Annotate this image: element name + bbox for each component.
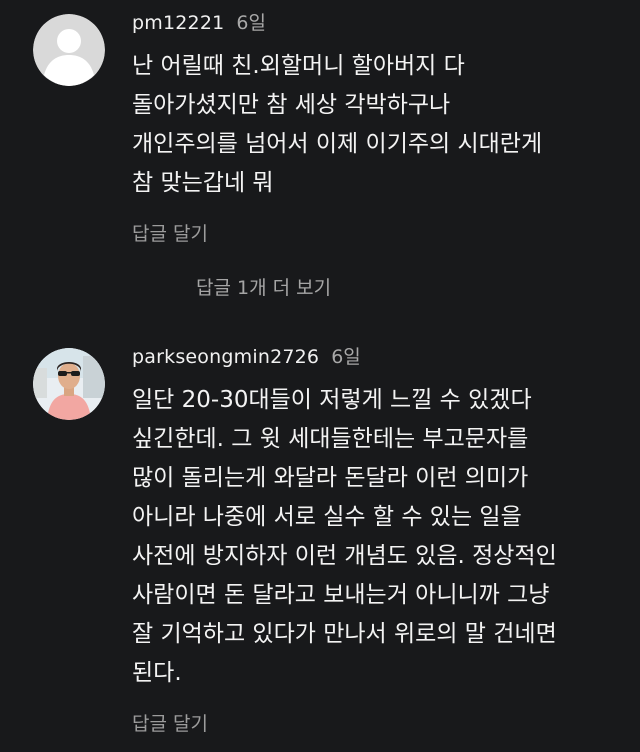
comment-body: 난 어릴때 친.외할머니 할아버지 다 돌아가셨지만 참 세상 각박하구나 개인… [132,47,628,203]
person-icon [33,14,105,86]
comment-body: 일단 20-30대들이 저렇게 느낄 수 있겠다 싶긴한데. 그 윗 세대들한테… [132,381,628,693]
comment-body-line: 돌아가셨지만 참 세상 각박하구나 [132,92,451,118]
reply-button[interactable]: 답글 달기 [132,219,208,246]
comment-body-line: 개인주의를 넘어서 이제 이기주의 시대란게 [132,131,543,157]
user-avatar[interactable] [33,348,105,420]
comment-author[interactable]: parkseongmin2726 [132,346,319,368]
comment-time: 6일 [236,12,266,34]
profile-photo [33,348,105,420]
comment-author[interactable]: pm12221 [132,12,224,34]
comment-time: 6일 [331,346,361,368]
comment-body-line: 아니라 나중에 서로 실수 할 수 있는 일을 [132,504,522,530]
comment-body-line: 싶긴한데. 그 윗 세대들한테는 부고문자를 [132,426,529,452]
comment-body-line: 참 맞는갑네 뭐 [132,170,274,196]
reply-button[interactable]: 답글 달기 [132,709,208,736]
comment-body-line: 된다. [132,660,182,686]
default-avatar[interactable] [33,14,105,86]
comment-body-line: 사전에 방지하자 이런 개념도 있음. 정상적인 [132,543,557,569]
comment-body-line: 난 어릴때 친.외할머니 할아버지 다 [132,53,465,79]
view-replies-button[interactable]: 답글 1개 더 보기 [196,274,331,302]
comment-body-line: 일단 20-30대들이 저렇게 느낄 수 있겠다 [132,387,532,413]
comment-body-line: 사람이면 돈 달라고 보내는거 아니니까 그냥 [132,582,550,608]
comment-body-line: 많이 돌리는게 와달라 돈달라 이런 의미가 [132,465,529,491]
comment-body-line: 잘 기억하고 있다가 만나서 위로의 말 건네면 [132,621,557,647]
